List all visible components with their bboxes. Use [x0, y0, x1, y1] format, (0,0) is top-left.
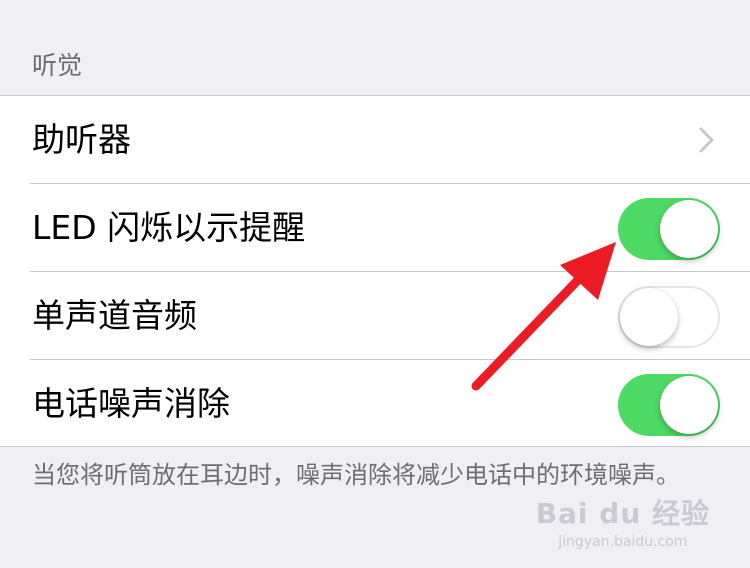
mono-audio-toggle[interactable]	[618, 286, 720, 348]
row-mono-audio: 单声道音频	[0, 272, 750, 360]
row-led-flash: LED 闪烁以示提醒	[0, 184, 750, 272]
hearing-settings-group: 助听器 LED 闪烁以示提醒 单声道音频 电话噪声消除	[0, 95, 750, 447]
toggle-knob	[660, 376, 718, 434]
toggle-knob	[620, 288, 678, 346]
row-label-led-flash: LED 闪烁以示提醒	[32, 208, 306, 247]
row-hearing-aids[interactable]: 助听器	[0, 96, 750, 184]
watermark: Bai du 经验 jingyan.baidu.com	[536, 492, 710, 550]
phone-noise-cancellation-toggle[interactable]	[618, 374, 720, 436]
section-header-hearing: 听觉	[32, 51, 83, 80]
row-label-mono-audio: 单声道音频	[32, 296, 197, 335]
watermark-url: jingyan.baidu.com	[558, 534, 688, 550]
row-label-hearing-aids: 助听器	[32, 120, 131, 159]
footer-note: 当您将听筒放在耳边时，噪声消除将减少电话中的环境噪声。	[32, 461, 680, 489]
watermark-logo: Bai du 经验	[535, 497, 710, 530]
chevron-right-icon	[699, 127, 714, 153]
led-flash-toggle[interactable]	[618, 198, 720, 260]
toggle-knob	[660, 200, 718, 258]
row-phone-noise-cancellation: 电话噪声消除	[0, 360, 750, 448]
row-label-phone-noise-cancellation: 电话噪声消除	[32, 384, 230, 423]
